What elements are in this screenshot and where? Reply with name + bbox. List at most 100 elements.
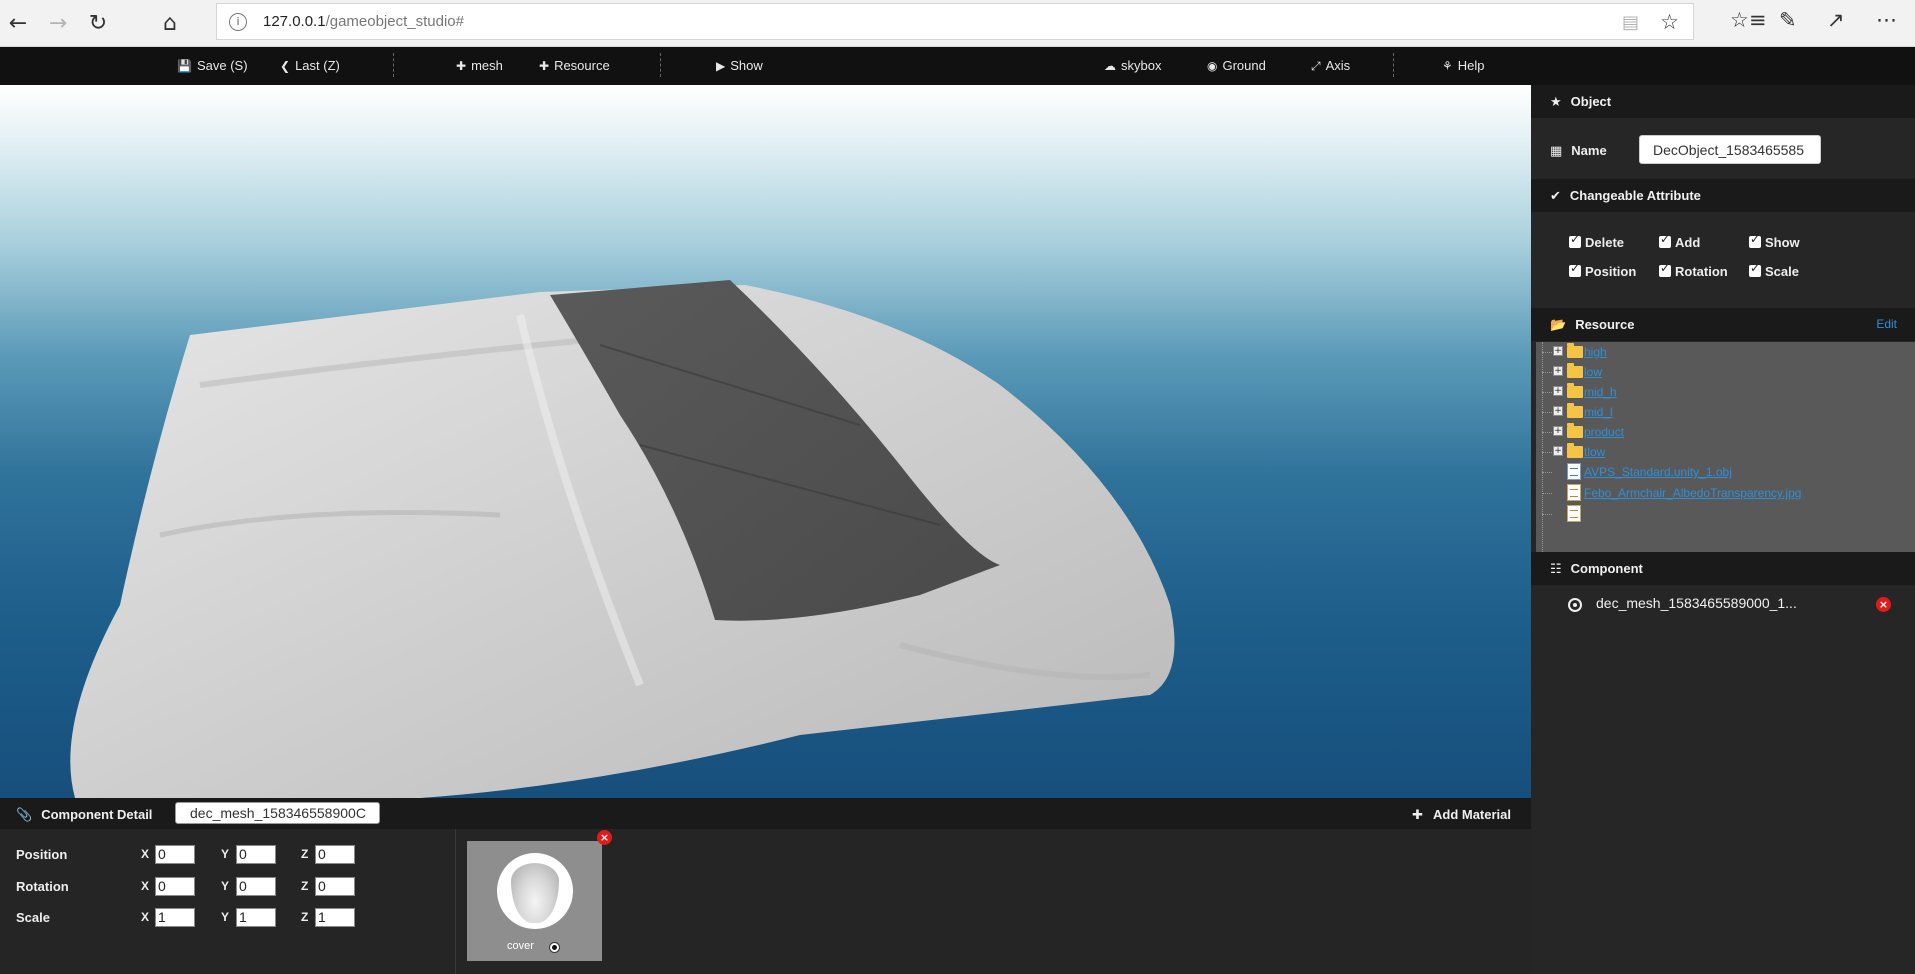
position-z-input[interactable]: 0 — [315, 845, 355, 864]
delete-material-icon[interactable]: × — [597, 830, 612, 845]
pen-icon[interactable]: ✎ — [1779, 8, 1797, 32]
tree-item-mid-l[interactable]: + mid_l — [1536, 402, 1915, 422]
app-toolbar: 💾 Save (S) ❮ Last (Z) ✚ mesh ✚ Resource ▶ Sho… — [0, 47, 1915, 85]
more-icon[interactable]: ⋯ — [1876, 8, 1897, 32]
material-radio[interactable] — [549, 942, 560, 953]
expand-icon[interactable]: + — [1553, 406, 1563, 416]
tree-item-obj-file[interactable]: AVPS_Standard.unity_1.obj — [1536, 462, 1915, 482]
image-file-icon — [1567, 505, 1581, 522]
name-label: ▦ Name — [1550, 143, 1607, 159]
url-text[interactable]: 127.0.0.1/gameobject_studio# — [263, 13, 464, 30]
tree-item-tlow[interactable]: + tlow — [1536, 442, 1915, 462]
back-icon[interactable]: ← — [2, 8, 34, 40]
scale-x-input[interactable]: 1 — [155, 908, 195, 927]
scale-checkbox[interactable]: Scale — [1749, 261, 1799, 279]
component-radio[interactable] — [1568, 598, 1582, 612]
component-name-input[interactable]: dec_mesh_158346558900C — [175, 802, 380, 824]
folder-icon — [1567, 343, 1583, 358]
expand-icon[interactable]: + — [1553, 346, 1563, 356]
toolbar-divider — [393, 53, 394, 77]
add-mesh-button[interactable]: ✚ mesh — [456, 58, 503, 73]
object-name-input[interactable]: DecObject_1583465585 — [1639, 135, 1821, 164]
rotation-label: Rotation — [16, 879, 69, 894]
grid-icon: ▦ — [1550, 144, 1563, 159]
folder-icon — [1567, 403, 1583, 418]
material-preview — [497, 853, 573, 929]
save-button[interactable]: 💾 Save (S) — [177, 58, 248, 73]
tree-item-high[interactable]: + high — [1536, 342, 1915, 362]
play-icon: ▶ — [716, 59, 726, 73]
component-header: ☷ Component — [1531, 552, 1915, 585]
tree-item-low[interactable]: + low — [1536, 362, 1915, 382]
inspector-panel: ★ Object ▦ Name DecObject_1583465585 ✔ Chan… — [1531, 85, 1915, 974]
rotation-z-input[interactable]: 0 — [315, 877, 355, 896]
home-icon[interactable]: ⌂ — [154, 8, 186, 40]
axis-x-label: X — [141, 910, 150, 924]
resource-tree[interactable]: + high + low + mid_h + mid_l + product + tlow … — [1536, 342, 1915, 552]
tree-item-mid-h[interactable]: + mid_h — [1536, 382, 1915, 402]
rotation-y-input[interactable]: 0 — [236, 877, 276, 896]
scale-label: Scale — [16, 910, 50, 925]
component-detail-body: Position X 0 Y 0 Z 0 Rotation X 0 Y 0 Z … — [0, 829, 1531, 974]
help-button[interactable]: ⚘ Help — [1442, 58, 1485, 73]
axis-button[interactable]: ⤢ Axis — [1311, 58, 1350, 74]
chevron-left-icon: ❮ — [280, 59, 291, 73]
changeable-attribute-header: ✔ Changeable Attribute — [1531, 179, 1915, 212]
expand-icon[interactable]: + — [1553, 366, 1563, 376]
plus-icon: ✚ — [539, 59, 550, 73]
position-checkbox[interactable]: Position — [1569, 261, 1636, 279]
toolbar-divider — [1393, 53, 1394, 77]
favorite-star-icon[interactable]: ☆ — [1660, 10, 1679, 34]
expand-icon[interactable]: + — [1553, 446, 1563, 456]
material-card[interactable]: cover — [467, 841, 602, 961]
add-checkbox[interactable]: Add — [1659, 232, 1700, 250]
save-icon: 💾 — [177, 59, 192, 73]
image-file-icon — [1567, 484, 1581, 501]
axis-y-label: Y — [221, 910, 230, 924]
sitemap-icon: ☷ — [1550, 562, 1562, 577]
folder-icon — [1567, 443, 1583, 458]
axis-z-label: Z — [301, 847, 309, 861]
expand-icon[interactable]: + — [1553, 386, 1563, 396]
component-list-item[interactable]: dec_mesh_1583465589000_1... — [1596, 595, 1797, 611]
scene-render — [70, 280, 1175, 798]
info-icon[interactable]: i — [229, 13, 247, 31]
rotation-checkbox[interactable]: Rotation — [1659, 261, 1728, 279]
address-bar[interactable]: i 127.0.0.1/gameobject_studio# ▤ ☆ — [216, 3, 1694, 40]
last-button[interactable]: ❮ Last (Z) — [280, 58, 340, 73]
ground-button[interactable]: ◉ Ground — [1207, 58, 1266, 73]
show-checkbox[interactable]: Show — [1749, 232, 1800, 250]
edit-resource-link[interactable]: Edit — [1876, 308, 1897, 341]
folder-open-icon: 📂 — [1550, 318, 1567, 333]
material-label: cover — [507, 940, 534, 952]
object-header: ★ Object — [1531, 85, 1915, 118]
refresh-icon[interactable]: ↻ — [82, 8, 114, 40]
skybox-button[interactable]: ☁ skybox — [1104, 58, 1161, 73]
folder-icon — [1567, 383, 1583, 398]
forward-icon[interactable]: → — [42, 8, 74, 40]
scale-y-input[interactable]: 1 — [236, 908, 276, 927]
add-material-button[interactable]: ✚ Add Material — [1412, 807, 1511, 823]
browser-toolbar: ← → ↻ ⌂ i 127.0.0.1/gameobject_studio# ▤… — [0, 0, 1915, 47]
3d-viewport[interactable] — [0, 85, 1531, 798]
rotation-x-input[interactable]: 0 — [155, 877, 195, 896]
add-resource-button[interactable]: ✚ Resource — [539, 58, 610, 73]
tree-item-product[interactable]: + product — [1536, 422, 1915, 442]
reading-view-icon[interactable]: ▤ — [1622, 12, 1639, 33]
position-x-input[interactable]: 0 — [155, 845, 195, 864]
component-detail-header: 📎 Component Detail dec_mesh_158346558900C… — [0, 798, 1531, 829]
share-icon[interactable]: ↗ — [1827, 8, 1845, 32]
delete-component-icon[interactable]: × — [1876, 597, 1891, 612]
position-y-input[interactable]: 0 — [236, 845, 276, 864]
paperclip-icon: 📎 — [16, 808, 33, 823]
show-button[interactable]: ▶ Show — [716, 58, 763, 73]
scale-z-input[interactable]: 1 — [315, 908, 355, 927]
help-icon: ⚘ — [1442, 59, 1453, 73]
axis-z-label: Z — [301, 879, 309, 893]
tree-item-jpg-file[interactable]: Febo_Armchair_AlbedoTransparency.jpg — [1536, 483, 1915, 503]
favorites-list-icon[interactable]: ☆≡ — [1730, 8, 1766, 32]
delete-checkbox[interactable]: Delete — [1569, 232, 1624, 250]
file-icon — [1567, 463, 1581, 480]
expand-icon[interactable]: + — [1553, 426, 1563, 436]
axis-y-label: Y — [221, 879, 230, 893]
